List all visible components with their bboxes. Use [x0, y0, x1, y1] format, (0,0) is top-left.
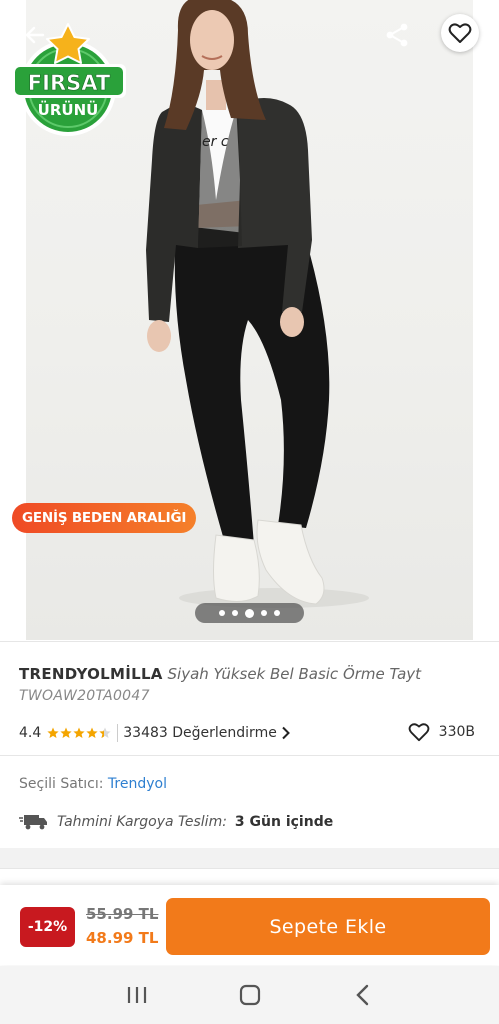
reviews-label: 33483 Değerlendirme [123, 725, 277, 741]
brand-name[interactable]: TRENDYOLMİLLA [19, 665, 163, 683]
star-partial-icon [99, 727, 111, 738]
chevron-left-icon [355, 984, 368, 1006]
deal-product-badge: FIRSAT ÜRÜNÜ [10, 22, 128, 138]
pagination-dot[interactable] [274, 610, 280, 616]
rating-stars [47, 727, 111, 739]
deal-badge-bottom-text: ÜRÜNÜ [38, 100, 99, 119]
shipping-value: 3 Gün içinde [234, 814, 334, 830]
delivery-truck-icon [19, 815, 47, 830]
wide-size-range-badge: GENİŞ BEDEN ARALIĞI [12, 503, 197, 533]
pagination-dot[interactable] [261, 610, 267, 616]
image-pagination[interactable] [195, 603, 304, 623]
share-button[interactable] [380, 18, 414, 52]
recent-apps-icon [127, 987, 146, 1003]
home-button[interactable] [230, 975, 270, 1015]
system-navigation-bar [0, 966, 499, 1024]
star-full-icon [60, 727, 72, 738]
rating-separator [117, 724, 119, 742]
pagination-dot[interactable] [232, 610, 238, 616]
home-icon [239, 984, 260, 1006]
pagination-dot[interactable] [219, 610, 225, 616]
star-full-icon [47, 727, 59, 738]
favorites-count-value: 330B [438, 724, 475, 740]
product-sku: TWOAW20TA0047 [19, 688, 150, 704]
product-name: Siyah Yüksek Bel Basic Örme Tayt [167, 665, 422, 683]
reviews-link[interactable]: 33483 Değerlendirme [123, 725, 291, 741]
pagination-dot-active[interactable] [245, 608, 254, 618]
favorites-count[interactable]: 330B [408, 722, 475, 742]
rating-value: 4.4 [19, 725, 42, 741]
star-full-icon [86, 727, 98, 738]
shipping-row: Tahmini Kargoya Teslim: 3 Gün içinde [19, 813, 333, 831]
seller-label: Seçili Satıcı: [19, 776, 104, 792]
old-price: 55.99 TL [86, 905, 159, 923]
product-title: TRENDYOLMİLLA Siyah Yüksek Bel Basic Örm… [19, 665, 489, 683]
recent-apps-button[interactable] [117, 975, 157, 1015]
deal-badge-graphic: FIRSAT ÜRÜNÜ [12, 23, 126, 136]
current-price: 48.99 TL [86, 929, 159, 947]
shipping-label: Tahmini Kargoya Teslim: [57, 814, 227, 830]
chevron-right-icon [282, 726, 290, 740]
heart-outline-icon [408, 723, 430, 742]
share-icon [386, 23, 408, 47]
product-page: er c FIRSAT ÜRÜNÜ GENİŞ BEDEN ARALIĞI TR… [0, 0, 499, 1024]
deal-badge-top-text: FIRSAT [28, 71, 111, 95]
favorite-button[interactable] [441, 14, 479, 52]
system-back-button[interactable] [343, 975, 383, 1015]
purchase-bar: -12% 55.99 TL 48.99 TL Sepete Ekle [0, 885, 499, 965]
divider [0, 641, 499, 642]
heart-icon [448, 23, 472, 43]
add-to-cart-button[interactable]: Sepete Ekle [166, 898, 490, 955]
product-image-gallery[interactable]: er c FIRSAT ÜRÜNÜ GENİŞ BEDEN ARALIĞI [0, 0, 499, 640]
seller-row: Seçili Satıcı: Trendyol [19, 776, 167, 792]
rating-row: 4.4 33483 Değerlendirme 330B [19, 722, 479, 744]
divider [0, 755, 499, 756]
discount-badge: -12% [20, 907, 75, 947]
seller-link[interactable]: Trendyol [108, 776, 167, 792]
star-full-icon [73, 727, 85, 738]
